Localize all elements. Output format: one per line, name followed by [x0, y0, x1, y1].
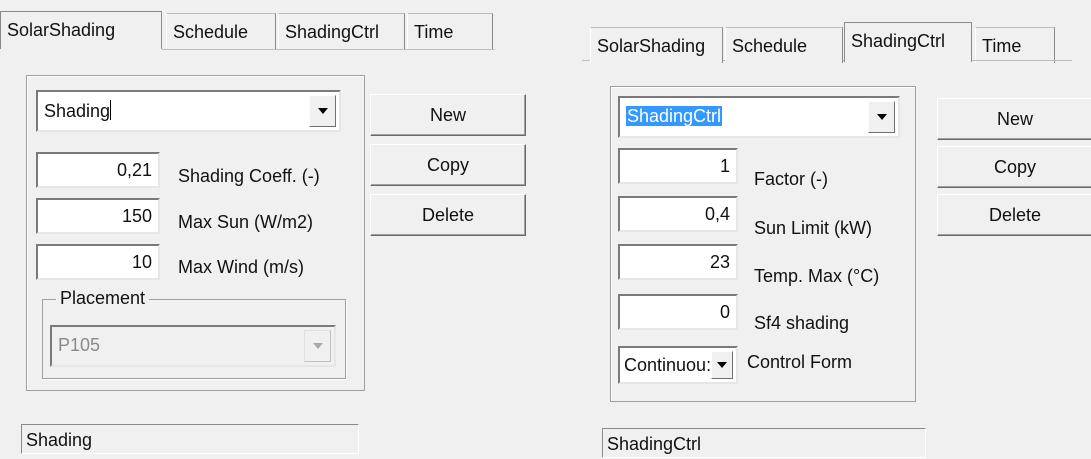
- left-dialog-panel: SolarShading Schedule ShadingCtrl Time S…: [0, 0, 540, 459]
- control-form-select-value: Continuou:: [624, 355, 712, 375]
- tab-baseline: [972, 60, 1072, 61]
- tab-shadingctrl[interactable]: ShadingCtrl: [844, 22, 972, 62]
- sun-limit-label: Sun Limit (kW): [754, 218, 873, 238]
- placement-legend: Placement: [56, 288, 150, 309]
- chevron-down-icon: [317, 108, 328, 114]
- max-sun-input[interactable]: 150: [36, 198, 160, 234]
- temp-max-label: Temp. Max (°C): [754, 266, 880, 286]
- chevron-down-icon: [717, 362, 727, 368]
- shading-select-value: Shading: [44, 101, 111, 121]
- new-button[interactable]: New: [370, 94, 526, 136]
- new-button[interactable]: New: [937, 98, 1091, 140]
- max-wind-input[interactable]: 10: [36, 244, 160, 280]
- shadingctrl-select[interactable]: ShadingCtrl: [618, 96, 900, 138]
- temp-max-input[interactable]: 23: [618, 244, 738, 280]
- tab-time[interactable]: Time: [407, 13, 493, 49]
- shading-coeff-label: Shading Coeff. (-): [178, 166, 320, 186]
- status-bar: Shading: [21, 424, 359, 454]
- dropdown-button[interactable]: [304, 330, 331, 362]
- placement-select-value: P105: [58, 335, 101, 355]
- tab-time[interactable]: Time: [975, 27, 1055, 63]
- tab-shadingctrl[interactable]: ShadingCtrl: [278, 13, 405, 49]
- max-wind-label: Max Wind (m/s): [178, 257, 304, 277]
- tab-solarshading[interactable]: SolarShading: [0, 11, 162, 49]
- factor-label: Factor (-): [754, 169, 828, 189]
- sf4-shading-label: Sf4 shading: [754, 313, 850, 333]
- dropdown-button[interactable]: [711, 351, 733, 379]
- max-sun-label: Max Sun (W/m2): [178, 212, 314, 232]
- copy-button[interactable]: Copy: [370, 144, 526, 186]
- text-caret: [110, 100, 112, 120]
- placement-select[interactable]: P105: [50, 325, 336, 367]
- tab-schedule[interactable]: Schedule: [166, 13, 276, 49]
- sf4-shading-input[interactable]: 0: [618, 294, 738, 330]
- delete-button[interactable]: Delete: [370, 194, 526, 236]
- right-dialog-panel: SolarShading Schedule ShadingCtrl Time S…: [582, 0, 1091, 459]
- tab-bar: SolarShading Schedule ShadingCtrl Time: [582, 0, 1091, 63]
- dropdown-button[interactable]: [309, 95, 336, 127]
- tab-baseline: [162, 49, 495, 50]
- control-form-select[interactable]: Continuou:: [618, 346, 738, 384]
- factor-input[interactable]: 1: [618, 148, 738, 184]
- tab-schedule[interactable]: Schedule: [725, 27, 843, 63]
- dropdown-button[interactable]: [868, 101, 895, 133]
- tab-solarshading[interactable]: SolarShading: [590, 27, 723, 63]
- tab-bar: SolarShading Schedule ShadingCtrl Time: [0, 0, 540, 60]
- sun-limit-input[interactable]: 0,4: [618, 196, 738, 232]
- shadingctrl-select-value: ShadingCtrl: [626, 106, 723, 126]
- chevron-down-icon: [312, 343, 323, 349]
- delete-button[interactable]: Delete: [937, 194, 1091, 236]
- chevron-down-icon: [876, 114, 887, 120]
- status-bar: ShadingCtrl: [602, 428, 926, 458]
- copy-button[interactable]: Copy: [937, 146, 1091, 188]
- control-form-label: Control Form: [747, 352, 853, 372]
- shading-coeff-input[interactable]: 0,21: [36, 152, 160, 188]
- shading-select[interactable]: Shading: [36, 90, 341, 132]
